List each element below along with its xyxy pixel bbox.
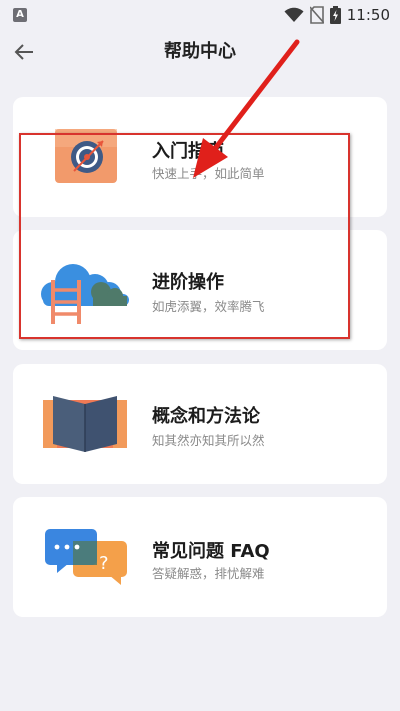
- card-title: 概念和方法论: [152, 406, 260, 427]
- open-book-icon: [43, 396, 127, 452]
- svg-text:?: ?: [99, 553, 109, 574]
- no-sim-icon: [309, 6, 324, 24]
- card-subtitle: 如虎添翼，效率腾飞: [152, 299, 265, 314]
- card-advanced[interactable]: 进阶操作 如虎添翼，效率腾飞: [13, 230, 387, 350]
- card-title: 入门指南: [152, 141, 224, 162]
- card-concepts[interactable]: 概念和方法论 知其然亦知其所以然: [13, 364, 387, 484]
- ladder-cloud-icon: [41, 264, 129, 324]
- status-icons: 11:50: [284, 4, 390, 26]
- battery-charging-icon: [329, 6, 341, 24]
- status-bar: A 11:50: [0, 0, 400, 30]
- card-title: 常见问题 FAQ: [152, 541, 270, 562]
- app-notification-icon: A: [13, 8, 27, 22]
- card-title: 进阶操作: [152, 272, 224, 293]
- wifi-icon: [284, 7, 304, 22]
- card-faq[interactable]: ? 常见问题 FAQ 答疑解惑，排忧解难: [13, 497, 387, 617]
- chat-bubbles-icon: ?: [45, 529, 127, 585]
- card-subtitle: 快速上手，如此简单: [152, 166, 265, 181]
- card-getting-started[interactable]: 入门指南 快速上手，如此简单: [13, 97, 387, 217]
- app-header: 帮助中心: [0, 30, 400, 74]
- card-subtitle: 知其然亦知其所以然: [152, 433, 265, 448]
- card-subtitle: 答疑解惑，排忧解难: [152, 566, 265, 581]
- target-dart-icon: [55, 129, 117, 183]
- status-time: 11:50: [346, 6, 390, 24]
- page-title: 帮助中心: [164, 41, 236, 62]
